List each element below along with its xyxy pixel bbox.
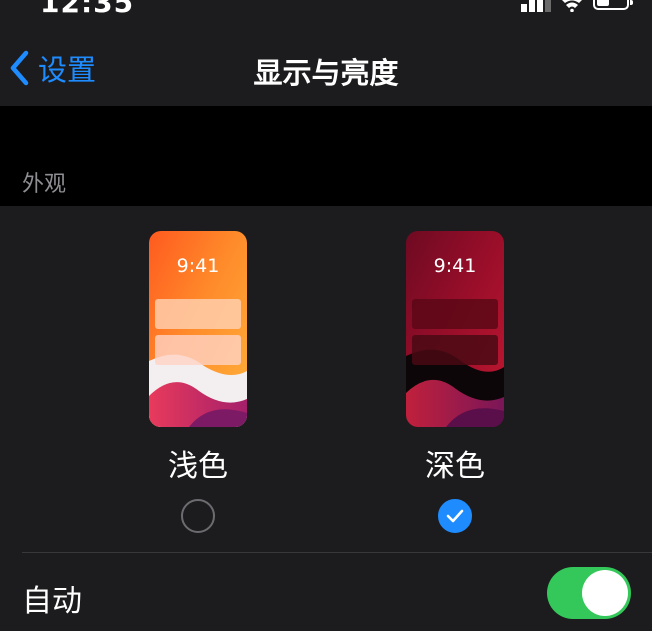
signal-icon bbox=[521, 0, 551, 12]
battery-icon bbox=[593, 0, 633, 10]
checkmark-icon bbox=[446, 509, 464, 523]
light-mode-label: 浅色 bbox=[168, 449, 228, 484]
dark-mode-radio[interactable] bbox=[438, 499, 472, 533]
wifi-icon bbox=[562, 0, 582, 12]
dark-mode-option[interactable]: 9:41 深色 bbox=[385, 206, 525, 533]
light-mode-preview[interactable]: 9:41 bbox=[149, 231, 247, 427]
dark-mode-label: 深色 bbox=[425, 449, 485, 484]
navigation-bar: 设置 显示与亮度 bbox=[0, 16, 652, 106]
light-mode-radio[interactable] bbox=[181, 499, 215, 533]
light-preview-time: 9:41 bbox=[176, 255, 220, 277]
divider bbox=[22, 552, 652, 553]
status-bar: 12:35 bbox=[0, 0, 652, 16]
toggle-knob bbox=[582, 570, 628, 616]
section-header-appearance: 外观 bbox=[22, 172, 67, 197]
section-separator: 外观 bbox=[0, 106, 652, 206]
dark-preview-time: 9:41 bbox=[433, 255, 477, 277]
appearance-panel: 9:41 浅色 9:41 深色 自动 bbox=[0, 206, 652, 631]
dark-mode-preview[interactable]: 9:41 bbox=[406, 231, 504, 427]
light-mode-option[interactable]: 9:41 浅色 bbox=[128, 206, 268, 533]
page-title: 显示与亮度 bbox=[253, 56, 399, 90]
status-time: 12:35 bbox=[40, 0, 134, 16]
auto-toggle[interactable] bbox=[547, 567, 631, 619]
auto-label: 自动 bbox=[22, 584, 82, 619]
